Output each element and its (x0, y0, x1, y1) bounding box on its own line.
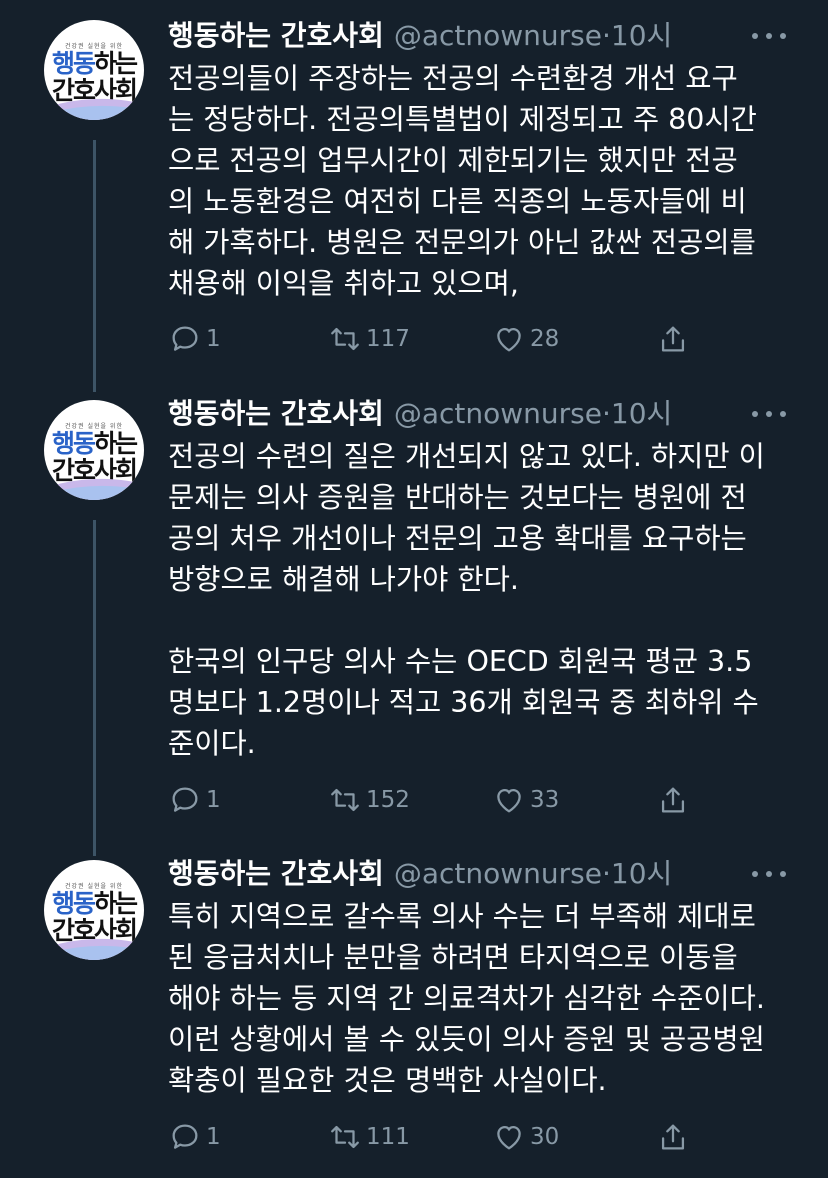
tweet-text-line: 한국의 인구당 의사 수는 OECD 회원국 평균 3.5 (168, 645, 753, 678)
tweet-text-line: 공의 처우 개선이나 전문의 고용 확대를 요구하는 (168, 522, 747, 555)
more-icon[interactable] (752, 26, 786, 46)
share-icon (661, 1124, 685, 1150)
retweet-button[interactable]: 152 (328, 780, 410, 820)
tweet-text-line: 문제는 의사 증원을 반대하는 것보다는 병원에 전 (168, 481, 747, 514)
reply-button[interactable]: 1 (168, 319, 221, 359)
tweet-text-line: 특히 지역으로 갈수록 의사 수는 더 부족해 제대로 (168, 900, 756, 933)
tweet-text-line: 전공의 수련의 질은 개선되지 않고 있다. 하지만 이 (168, 440, 765, 473)
tweet-text-line: 이런 상황에서 볼 수 있듯이 의사 증원 및 공공병원 (168, 1023, 765, 1056)
separator-dot: · (601, 857, 611, 890)
like-count: 33 (530, 787, 560, 813)
display-name[interactable]: 행동하는 간호사회 (168, 19, 384, 52)
retweet-button[interactable]: 117 (328, 319, 410, 359)
user-handle[interactable]: @actnownurse (394, 857, 602, 890)
reply-count: 1 (206, 326, 221, 352)
avatar-wave-graphic (44, 98, 144, 120)
avatar-logo-line1: 행동하는 (51, 429, 138, 458)
tweet[interactable]: 건강권 실현을 위한 행동하는 간호사회 행동하는 간호사회 @actnownur… (0, 840, 828, 1178)
tweet-text-line: 명보다 1.2명이나 적고 36개 회원국 중 최하위 수 (168, 686, 759, 719)
like-count: 28 (530, 326, 560, 352)
tweet[interactable]: 건강권 실현을 위한 행동하는 간호사회 행동하는 간호사회 @actnownur… (0, 380, 828, 840)
separator-dot: · (601, 19, 611, 52)
share-button[interactable] (656, 319, 694, 359)
tweet-actions: 1 111 30 (168, 1117, 708, 1157)
avatar-logo-line1: 행동하는 (51, 889, 138, 918)
tweet-text-line: 준이다. (168, 727, 256, 760)
tweet-header: 행동하는 간호사회 @actnownurse·10시 (168, 394, 672, 434)
tweet-text-line: 해 가혹하다. 병원은 전문의가 아닌 값싼 전공의를 (168, 226, 756, 259)
retweet-button[interactable]: 111 (328, 1117, 410, 1157)
reply-button[interactable]: 1 (168, 1117, 221, 1157)
reply-count: 1 (206, 1124, 221, 1150)
reply-icon (172, 326, 198, 351)
tweet-header: 행동하는 간호사회 @actnownurse·10시 (168, 16, 672, 56)
user-handle[interactable]: @actnownurse (394, 19, 602, 52)
timestamp[interactable]: 10시 (611, 397, 672, 430)
reply-button[interactable]: 1 (168, 780, 221, 820)
user-handle[interactable]: @actnownurse (394, 397, 602, 430)
tweet-text-line: 확충이 필요한 것은 명백한 사실이다. (168, 1064, 607, 1097)
like-count: 30 (530, 1124, 560, 1150)
like-button[interactable]: 28 (492, 319, 559, 359)
share-icon (661, 787, 685, 813)
retweet-count: 152 (366, 787, 410, 813)
display-name[interactable]: 행동하는 간호사회 (168, 857, 384, 890)
avatar[interactable]: 건강권 실현을 위한 행동하는 간호사회 (44, 20, 144, 120)
separator-dot: · (601, 397, 611, 430)
reply-icon (172, 1124, 198, 1149)
tweet-text-line: 해야 하는 등 지역 간 의료격차가 심각한 수준이다. (168, 982, 765, 1015)
retweet-icon (331, 327, 359, 351)
display-name[interactable]: 행동하는 간호사회 (168, 397, 384, 430)
avatar-logo-line1: 행동하는 (51, 49, 138, 78)
tweet-actions: 1 117 28 (168, 319, 708, 359)
share-icon (661, 326, 685, 352)
tweet-text: 특히 지역으로 갈수록 의사 수는 더 부족해 제대로 된 응급처치나 분만을 … (168, 896, 798, 1101)
tweet-text: 전공의들이 주장하는 전공의 수련환경 개선 요구 는 정당하다. 전공의특별법… (168, 58, 798, 304)
avatar[interactable]: 건강권 실현을 위한 행동하는 간호사회 (44, 860, 144, 960)
tweet-text-line: 방향으로 해결해 나가야 한다. (168, 563, 519, 596)
tweet-actions: 1 152 33 (168, 780, 708, 820)
share-button[interactable] (656, 780, 694, 820)
avatar-wave-graphic (44, 938, 144, 960)
tweet-text-line: 의 노동환경은 여전히 다른 직종의 노동자들에 비 (168, 185, 747, 218)
retweet-icon (331, 788, 359, 812)
avatar-wave-graphic (44, 478, 144, 500)
like-icon (497, 1125, 521, 1150)
tweet-text-line: 는 정당하다. 전공의특별법이 제정되고 주 80시간 (168, 103, 757, 136)
timestamp[interactable]: 10시 (611, 857, 672, 890)
retweet-icon (331, 1125, 359, 1149)
tweet-text-line: 전공의들이 주장하는 전공의 수련환경 개선 요구 (168, 62, 738, 95)
tweet[interactable]: 건강권 실현을 위한 행동하는 간호사회 행동하는 간호사회 @actnownur… (0, 0, 828, 380)
tweet-text-line: 으로 전공의 업무시간이 제한되기는 했지만 전공 (168, 144, 738, 177)
like-icon (497, 327, 521, 352)
tweet-text-line (168, 600, 798, 641)
share-button[interactable] (656, 1117, 694, 1157)
timestamp[interactable]: 10시 (611, 19, 672, 52)
avatar[interactable]: 건강권 실현을 위한 행동하는 간호사회 (44, 400, 144, 500)
tweet-text-line: 된 응급처치나 분만을 하려면 타지역으로 이동을 (168, 941, 738, 974)
reply-icon (172, 787, 198, 812)
like-button[interactable]: 30 (492, 1117, 559, 1157)
retweet-count: 111 (366, 1124, 410, 1150)
tweet-text-line: 채용해 이익을 취하고 있으며, (168, 267, 519, 300)
reply-count: 1 (206, 787, 221, 813)
tweet-header: 행동하는 간호사회 @actnownurse·10시 (168, 854, 672, 894)
retweet-count: 117 (366, 326, 410, 352)
more-icon[interactable] (752, 404, 786, 424)
tweet-text: 전공의 수련의 질은 개선되지 않고 있다. 하지만 이 문제는 의사 증원을 … (168, 436, 798, 764)
like-button[interactable]: 33 (492, 780, 559, 820)
more-icon[interactable] (752, 864, 786, 884)
like-icon (497, 788, 521, 813)
